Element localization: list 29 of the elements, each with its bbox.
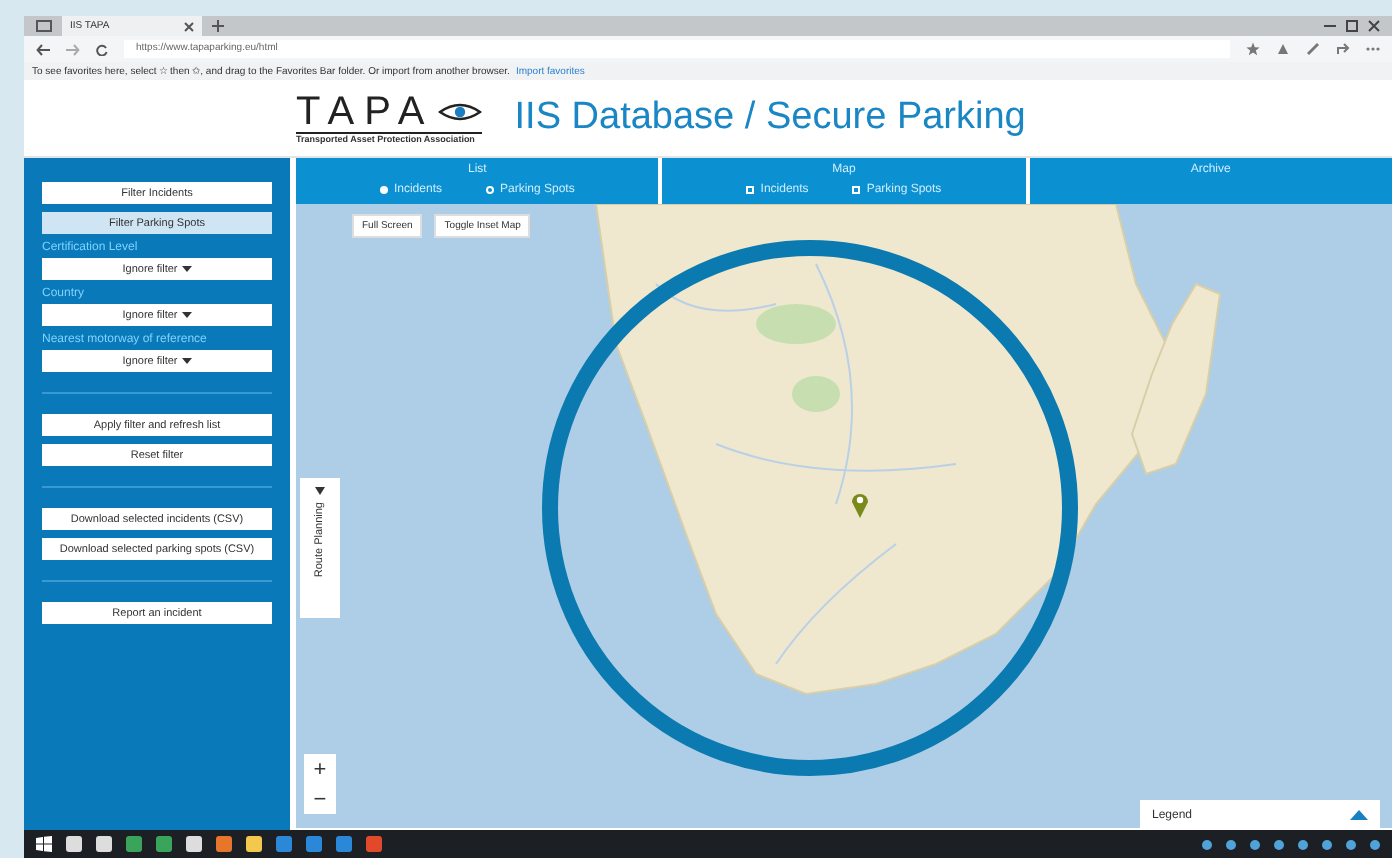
refresh-icon[interactable]	[96, 43, 108, 55]
caret-icon	[181, 358, 192, 364]
tray-icon[interactable]	[1322, 839, 1332, 849]
tab-actions-icon[interactable]	[36, 20, 52, 32]
more-icon[interactable]	[1366, 46, 1380, 52]
new-tab-icon[interactable]	[212, 20, 224, 32]
tray-icon[interactable]	[1202, 839, 1212, 849]
logo-text: TAPA	[296, 92, 435, 132]
caret-icon	[181, 266, 192, 272]
caret-icon	[315, 487, 325, 495]
eye-icon	[438, 102, 483, 122]
tray-icon[interactable]	[1370, 839, 1380, 849]
close-icon[interactable]	[1368, 20, 1380, 32]
page-title: IIS Database / Secure Parking	[514, 96, 1026, 140]
tray-icon[interactable]	[1346, 839, 1356, 849]
tray-icon[interactable]	[1274, 839, 1284, 849]
close-icon[interactable]	[184, 21, 194, 31]
maximize-icon[interactable]	[1346, 20, 1358, 32]
caret-icon	[181, 312, 192, 318]
back-icon[interactable]	[36, 43, 50, 55]
marker-pin-icon[interactable]	[850, 490, 870, 518]
tray-icon[interactable]	[1250, 839, 1260, 849]
windows-start-icon[interactable]	[36, 836, 52, 852]
tray-icon[interactable]	[1226, 839, 1236, 849]
minimize-icon[interactable]	[1324, 20, 1336, 32]
share-icon[interactable]	[1336, 42, 1350, 56]
star-icon[interactable]	[1246, 42, 1260, 56]
tray-icon[interactable]	[1298, 839, 1308, 849]
triangle-icon[interactable]	[1350, 810, 1368, 820]
